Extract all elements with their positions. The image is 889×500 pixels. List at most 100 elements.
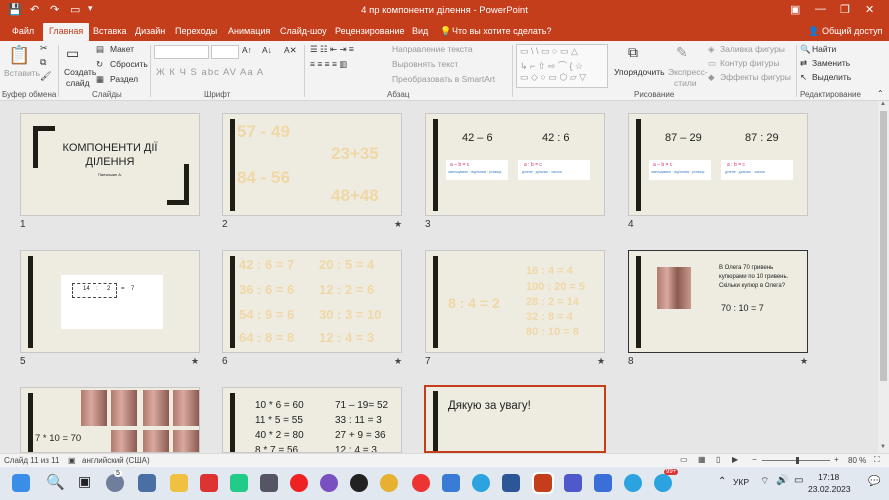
viber-icon[interactable] xyxy=(320,474,338,492)
slide-thumbnail-1[interactable]: КОМПОНЕНТИ ДІЇ ДІЛЕННЯ Панчишин А. xyxy=(20,113,200,216)
tab-insert[interactable]: Вставка xyxy=(93,26,126,36)
shape-outline-button[interactable]: Контур фигуры xyxy=(720,58,779,68)
restore-icon[interactable]: ❐ xyxy=(840,3,850,16)
slide-thumbnail-9[interactable]: 7 * 10 = 70 xyxy=(20,387,200,453)
clock-date[interactable]: 23.02.2023 xyxy=(808,484,851,494)
text-direction-button[interactable]: Направление текста xyxy=(392,44,473,54)
select-button[interactable]: Выделить xyxy=(812,72,851,82)
slide-thumbnail-2[interactable]: 57 - 49 23+35 84 - 56 48+48 xyxy=(222,113,402,216)
camera-icon[interactable] xyxy=(260,474,278,492)
align-text-button[interactable]: Выровнять текст xyxy=(392,59,458,69)
new-slide-icon[interactable]: ▭ xyxy=(66,45,79,62)
app-icon[interactable] xyxy=(200,474,218,492)
collapse-ribbon-icon[interactable]: ⌃ xyxy=(877,89,884,98)
yandex-icon[interactable] xyxy=(412,474,430,492)
media-player-icon[interactable] xyxy=(350,474,368,492)
file-explorer-icon[interactable] xyxy=(170,474,188,492)
tab-review[interactable]: Рецензирование xyxy=(335,26,405,36)
normal-view-icon[interactable]: ▭ xyxy=(680,455,688,464)
battery-icon[interactable]: ▭ xyxy=(794,475,803,486)
cut-icon[interactable]: ✂ xyxy=(40,43,48,54)
keyboard-language[interactable]: УКР xyxy=(733,477,749,487)
copy-icon[interactable]: ⧉ xyxy=(40,57,46,68)
smartart-button[interactable]: Преобразовать в SmartArt xyxy=(392,74,495,84)
font-size-input[interactable] xyxy=(211,45,239,59)
tab-slideshow[interactable]: Слайд-шоу xyxy=(280,26,327,36)
volume-icon[interactable]: 🔊 xyxy=(776,475,788,486)
slide-thumbnail-4[interactable]: 87 – 29 87 : 29 а – b = c зменшуване · в… xyxy=(628,113,808,216)
shape-effects-button[interactable]: Эффекты фигуры xyxy=(720,72,791,82)
tell-me-box[interactable]: Что вы хотите сделать? xyxy=(452,26,552,36)
windows-start-icon[interactable] xyxy=(12,474,30,492)
language-indicator[interactable]: английский (США) xyxy=(82,456,150,465)
zoom-out-icon[interactable]: − xyxy=(752,455,757,464)
shapes-gallery[interactable]: ▭ \ \ ▭ ○ ▭ △ ↳ ⌐ ⇧ ⇨ ⌒ { ☆ ▭ ◇ ○ ▭ ⬡ ▱ … xyxy=(516,44,608,88)
quick-styles-label-2[interactable]: стили xyxy=(674,78,697,88)
transition-star-icon[interactable]: ★ xyxy=(394,219,402,230)
slide-thumbnail-10[interactable]: 10 * 6 = 60 71 – 19= 52 11 * 5 = 55 33 :… xyxy=(222,387,402,453)
slide-thumbnail-8[interactable]: В Олега 70 гривень купюрами по 10 гривен… xyxy=(628,250,808,353)
tab-animations[interactable]: Анимация xyxy=(228,26,270,36)
bullets-icon[interactable]: ☰ ☷ ⇤ ⇥ ≡ xyxy=(310,44,354,55)
arrange-icon[interactable]: ⧉ xyxy=(628,44,638,61)
share-button[interactable]: Общий доступ xyxy=(822,26,882,36)
scroll-down-icon[interactable]: ▼ xyxy=(880,444,886,450)
paste-button[interactable]: Вставить xyxy=(4,68,40,78)
zoom-in-icon[interactable]: + xyxy=(834,455,839,464)
slide-thumbnail-6[interactable]: 42 : 6 = 7 20 : 5 = 4 36 : 6 = 6 12 : 2 … xyxy=(222,250,402,353)
slide-thumbnail-5[interactable]: 14 : 2 = 7 xyxy=(20,250,200,353)
layout-button[interactable]: Макет xyxy=(110,44,134,54)
align-icons[interactable]: ≡ ≡ ≡ ≡ ▥ xyxy=(310,59,347,70)
tab-view[interactable]: Вид xyxy=(412,26,428,36)
replace-button[interactable]: Заменить xyxy=(812,58,850,68)
vertical-scrollbar[interactable]: ▲ ▼ xyxy=(878,101,889,453)
fit-window-icon[interactable]: ⛶ xyxy=(874,455,880,465)
minimize-icon[interactable]: — xyxy=(815,3,826,15)
scrollbar-thumb[interactable] xyxy=(880,111,887,381)
shape-fill-button[interactable]: Заливка фигуры xyxy=(720,44,785,54)
find-button[interactable]: Найти xyxy=(812,44,836,54)
telegram-icon[interactable] xyxy=(654,474,672,492)
slideshow-view-icon[interactable]: ▶ xyxy=(732,455,738,464)
font-grow-icon[interactable]: A↑ xyxy=(242,45,252,55)
close-icon[interactable]: ✕ xyxy=(865,3,874,16)
tab-design[interactable]: Дизайн xyxy=(135,26,165,36)
telegram-icon[interactable] xyxy=(472,474,490,492)
tab-home[interactable]: Главная xyxy=(43,23,90,41)
scroll-up-icon[interactable]: ▲ xyxy=(880,101,886,107)
new-slide-label-1[interactable]: Создать xyxy=(64,67,96,77)
font-shrink-icon[interactable]: A↓ xyxy=(262,45,272,55)
reading-view-icon[interactable]: ▯ xyxy=(716,455,720,464)
transition-star-icon[interactable]: ★ xyxy=(800,356,808,367)
telegram-icon[interactable] xyxy=(624,474,642,492)
reset-button[interactable]: Сбросить xyxy=(110,59,148,69)
arrange-button[interactable]: Упорядочить xyxy=(614,67,665,77)
accessibility-icon[interactable]: ▣ xyxy=(68,456,76,465)
transition-star-icon[interactable]: ★ xyxy=(597,356,605,367)
ribbon-options-icon[interactable]: ▣ xyxy=(790,3,800,16)
transition-star-icon[interactable]: ★ xyxy=(191,356,199,367)
sorter-view-icon[interactable]: ▦ xyxy=(698,455,706,464)
paste-icon[interactable]: 📋 xyxy=(8,45,30,66)
zoom-level[interactable]: 80 % xyxy=(848,456,866,465)
quick-styles-label-1[interactable]: Экспресс- xyxy=(668,67,708,77)
chat-icon[interactable] xyxy=(106,474,124,492)
opera-icon[interactable] xyxy=(290,474,308,492)
chrome-icon[interactable] xyxy=(380,474,398,492)
font-name-input[interactable] xyxy=(154,45,209,59)
clock-time[interactable]: 17:18 xyxy=(818,472,839,482)
app-icon[interactable] xyxy=(230,474,248,492)
task-view-icon[interactable]: ▣ xyxy=(78,473,91,490)
slide-thumbnail-7[interactable]: 8 : 4 = 2 16 : 4 = 4 100 : 20 = 5 28 : 2… xyxy=(425,250,605,353)
slide-thumbnail-11[interactable]: Дякую за увагу! xyxy=(424,385,606,453)
powerpoint-icon[interactable] xyxy=(532,472,554,494)
format-painter-icon[interactable]: 🖌 xyxy=(40,71,51,82)
wifi-icon[interactable]: ⌔ xyxy=(760,475,769,488)
transition-star-icon[interactable]: ★ xyxy=(394,356,402,367)
tab-transitions[interactable]: Переходы xyxy=(175,26,217,36)
notification-icon[interactable]: 💬 xyxy=(868,476,880,487)
tab-file[interactable]: Файл xyxy=(12,26,34,36)
clear-format-icon[interactable]: A✕ xyxy=(284,45,297,56)
search-icon[interactable]: 🔍 xyxy=(46,473,65,491)
slide-thumbnail-3[interactable]: 42 – 6 42 : 6 а – b = c зменшуване · від… xyxy=(425,113,605,216)
